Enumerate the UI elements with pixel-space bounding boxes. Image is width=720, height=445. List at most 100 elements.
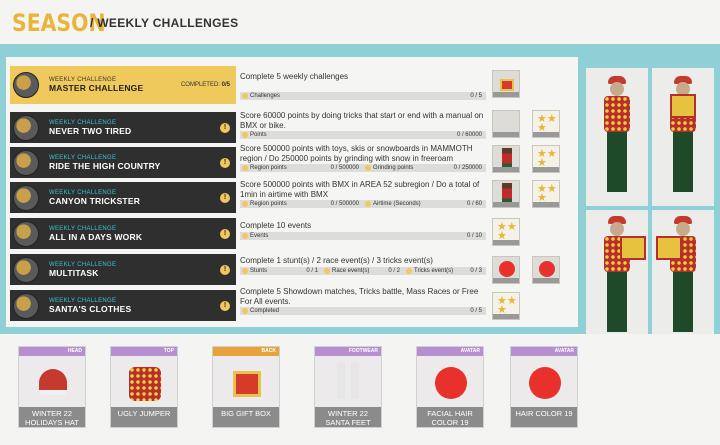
task-desc: Complete 5 weekly challenges [240,72,349,81]
events-icon [242,233,248,239]
reward-cards[interactable] [492,110,520,138]
character-preview-front[interactable] [586,68,648,206]
card-category: TOP [111,347,177,356]
character-head [610,222,624,236]
progress-bar: Region points 0 / 500000 Airtime (Seconds… [240,200,486,208]
reward-outfit[interactable] [492,145,520,173]
reward-tag [533,202,559,207]
stars-icon: ★★ ★ [537,183,557,204]
gift-box-icon [229,363,265,407]
card-category: AVATAR [511,347,577,356]
card-name: WINTER 22 SANTA FEET [315,407,381,427]
color-ball-icon [433,363,469,407]
progress-value: 0 / 1 [306,268,318,274]
sweater-icon [127,363,163,407]
reward-card-hair-color[interactable]: AVATAR HAIR COLOR 19 [510,346,578,428]
lock-badge-icon: ! [220,264,230,275]
progress-bar: Stunts 0 / 1 Race event(s) 0 / 2 Tricks ev… [240,267,486,275]
character-head [676,222,690,236]
challenge-icon [242,93,248,99]
stunt-icon [242,268,248,274]
stars-icon: ★★ ★ [537,148,557,169]
lock-badge-icon: ! [220,192,230,203]
reward-stars[interactable]: ★★ ★ [532,145,560,173]
task-3: Score 500000 points with BMX in AREA 52 … [240,180,486,208]
challenge-title: RIDE THE HIGH COUNTRY [49,160,161,171]
reward-tag [493,132,519,137]
reward-card-top[interactable]: TOP UGLY JUMPER [110,346,178,428]
reward-color[interactable] [532,256,560,284]
header: SEASON / WEEKLY CHALLENGES [0,0,720,44]
challenge-title: NEVER TWO TIRED [49,125,132,136]
task-desc: Score 60000 points by doing tricks that … [240,111,484,130]
reward-stars[interactable]: ★★ ★ [492,218,520,246]
progress-value: 0 / 500000 [330,201,359,207]
progress-label: Region points [250,201,287,207]
race-icon [324,268,330,274]
reward-tag [493,240,519,245]
ugly-jumper [604,96,630,132]
reward-tag [493,167,519,172]
challenge-title: SANTA'S CLOTHES [49,303,132,314]
challenge-title: CANYON TRICKSTER [49,195,141,206]
task-0: Complete 5 weekly challenges Challenges 0… [240,72,486,100]
completed-count: COMPLETED: 0/5 [180,82,230,88]
reward-tag [493,202,519,207]
reward-tag [533,132,559,137]
reward-card-hat[interactable]: HEAD WINTER 22 HOLIDAYS HAT [18,346,86,428]
gift-box-icon [500,79,514,91]
task-4: Complete 10 events Events 0 / 10 [240,221,486,240]
challenge-row[interactable]: WEEKLY CHALLENGE MULTITASK ! [10,254,236,285]
red-ball-icon [499,261,515,277]
gift-box-backpack [656,236,682,260]
card-category: BACK [213,347,279,356]
reward-stars[interactable]: ★★ ★ [532,180,560,208]
progress-value: 0 / 5 [470,93,482,99]
task-2: Score 500000 points with toys, skis or s… [240,144,486,172]
character-preview-side[interactable] [586,210,648,344]
progress-bar: Region points 0 / 500000 Grinding points 0… [240,164,486,172]
reward-card-footwear[interactable]: FOOTWEAR WINTER 22 SANTA FEET [314,346,382,428]
reward-tag [533,278,559,283]
challenge-title: MULTITASK [49,267,99,278]
progress-value: 0 / 5 [470,308,482,314]
reward-gift[interactable] [492,70,520,98]
challenge-row[interactable]: WEEKLY CHALLENGE SANTA'S CLOTHES ! [10,290,236,321]
challenge-row-master[interactable]: WEEKLY CHALLENGE MASTER CHALLENGE COMPLE… [10,66,236,104]
progress-value: 0 / 60 [466,201,482,207]
character-head [610,82,624,96]
character-legs [673,272,693,332]
reward-card-back[interactable]: BACK BIG GIFT BOX [212,346,280,428]
helmet-icon [13,114,39,141]
reward-card-facial-hair[interactable]: AVATAR FACIAL HAIR COLOR 19 [416,346,484,428]
airtime-icon [365,201,371,207]
character-preview-back[interactable] [652,68,714,206]
progress-value: 0 / 500000 [330,165,359,171]
reward-color[interactable] [492,256,520,284]
reward-stars[interactable]: ★★ ★ [532,110,560,138]
completed-icon [242,308,248,314]
task-1: Score 60000 points by doing tricks that … [240,111,486,139]
lock-badge-icon: ! [220,122,230,133]
breadcrumb: / WEEKLY CHALLENGES [90,16,239,30]
progress-label: Grinding points [373,165,414,171]
helmet-icon [13,292,39,319]
red-ball-icon [539,261,555,277]
challenge-row[interactable]: WEEKLY CHALLENGE ALL IN A DAYS WORK ! [10,218,236,249]
challenge-row[interactable]: WEEKLY CHALLENGE RIDE THE HIGH COUNTRY ! [10,147,236,178]
card-category: HEAD [19,347,85,356]
task-6: Complete 5 Showdown matches, Tricks batt… [240,287,486,315]
task-desc: Complete 10 events [240,221,312,230]
challenge-row[interactable]: WEEKLY CHALLENGE CANYON TRICKSTER ! [10,182,236,213]
challenge-row[interactable]: WEEKLY CHALLENGE NEVER TWO TIRED ! [10,112,236,143]
reward-stars[interactable]: ★★ ★ [492,292,520,320]
character-preview-side-alt[interactable] [652,210,714,344]
progress-value: 0 / 60000 [456,132,482,138]
reward-outfit[interactable] [492,180,520,208]
points-icon [365,165,371,171]
reward-tag [493,278,519,283]
helmet-icon [13,220,39,247]
challenge-title: MASTER CHALLENGE [49,83,144,93]
card-category: AVATAR [417,347,483,356]
card-name: WINTER 22 HOLIDAYS HAT [19,407,85,427]
